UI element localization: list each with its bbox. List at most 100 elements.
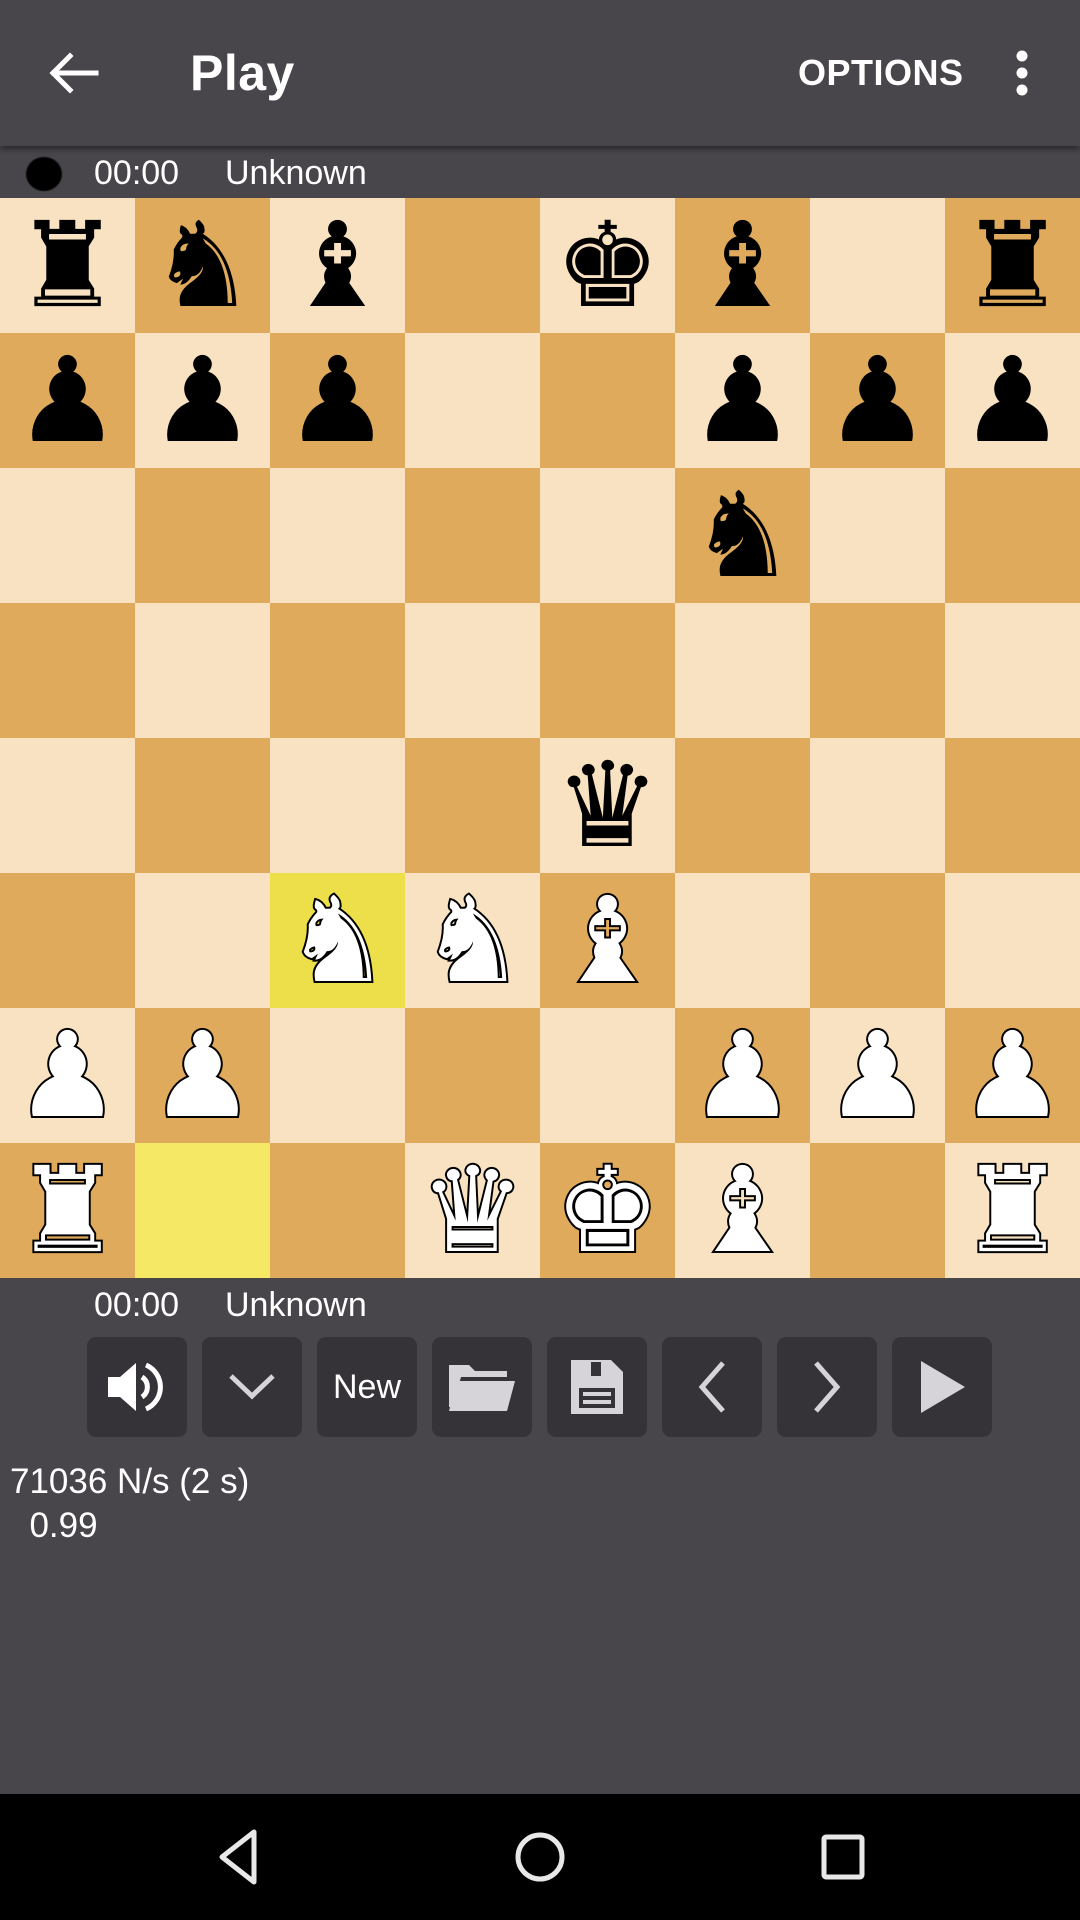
white-queen-icon[interactable]: ♛: [418, 1141, 528, 1280]
black-pawn-icon[interactable]: ♟: [285, 333, 391, 468]
square-h5[interactable]: [945, 603, 1080, 738]
square-c4[interactable]: [270, 738, 405, 873]
square-g2[interactable]: ♟: [810, 1006, 945, 1145]
nav-recents-button[interactable]: [803, 1822, 883, 1892]
white-king-icon[interactable]: ♚: [553, 1141, 663, 1280]
square-d1[interactable]: ♛: [405, 1141, 540, 1280]
square-f8[interactable]: ♝: [675, 198, 810, 333]
black-rook-icon[interactable]: ♜: [960, 198, 1066, 333]
black-rook-icon[interactable]: ♜: [15, 198, 121, 333]
nav-back-button[interactable]: [200, 1822, 280, 1892]
white-knight-icon[interactable]: ♞: [418, 871, 528, 1010]
white-rook-icon[interactable]: ♜: [958, 1141, 1068, 1280]
square-c7[interactable]: ♟: [270, 333, 405, 468]
square-e5[interactable]: [540, 603, 675, 738]
white-rook-icon[interactable]: ♜: [13, 1141, 123, 1280]
mode-dropdown-button[interactable]: [202, 1337, 302, 1437]
nav-home-button[interactable]: [500, 1822, 580, 1892]
square-a3[interactable]: [0, 873, 135, 1008]
square-b4[interactable]: [135, 738, 270, 873]
white-pawn-icon[interactable]: ♟: [823, 1006, 933, 1145]
square-a6[interactable]: [0, 468, 135, 603]
black-pawn-icon[interactable]: ♟: [150, 333, 256, 468]
square-a8[interactable]: ♜: [0, 198, 135, 333]
square-f3[interactable]: [675, 873, 810, 1008]
square-c1[interactable]: [270, 1143, 405, 1278]
square-d8[interactable]: [405, 198, 540, 333]
white-pawn-icon[interactable]: ♟: [13, 1006, 123, 1145]
square-g7[interactable]: ♟: [810, 333, 945, 468]
square-c6[interactable]: [270, 468, 405, 603]
black-pawn-icon[interactable]: ♟: [15, 333, 121, 468]
square-b5[interactable]: [135, 603, 270, 738]
square-g1[interactable]: [810, 1143, 945, 1278]
square-f5[interactable]: [675, 603, 810, 738]
chess-board[interactable]: ♜ ♞ ♝ ♚ ♝ ♜ ♟ ♟ ♟ ♟ ♟ ♟ ♞ ♛ ♞ ♞ ♝ ♟ ♟ ♟ ♟ ♟ ♜ ♛ ♚ ♝ ♜: [0, 198, 1080, 1280]
black-queen-icon[interactable]: ♛: [555, 738, 661, 873]
square-e6[interactable]: [540, 468, 675, 603]
square-g6[interactable]: [810, 468, 945, 603]
options-button[interactable]: OPTIONS: [798, 52, 964, 94]
undo-button[interactable]: [662, 1337, 762, 1437]
square-c3[interactable]: ♞: [270, 871, 405, 1010]
square-b1[interactable]: [135, 1143, 270, 1278]
square-f6[interactable]: ♞: [675, 468, 810, 603]
play-button[interactable]: [892, 1337, 992, 1437]
black-pawn-icon[interactable]: ♟: [690, 333, 796, 468]
square-c2[interactable]: [270, 1008, 405, 1143]
square-e3[interactable]: ♝: [540, 871, 675, 1010]
black-king-icon[interactable]: ♚: [555, 198, 661, 333]
square-b8[interactable]: ♞: [135, 198, 270, 333]
square-f7[interactable]: ♟: [675, 333, 810, 468]
square-h8[interactable]: ♜: [945, 198, 1080, 333]
square-b7[interactable]: ♟: [135, 333, 270, 468]
white-pawn-icon[interactable]: ♟: [148, 1006, 258, 1145]
square-e1[interactable]: ♚: [540, 1141, 675, 1280]
white-knight-icon[interactable]: ♞: [283, 871, 393, 1010]
square-d7[interactable]: [405, 333, 540, 468]
load-button[interactable]: [432, 1337, 532, 1437]
square-d3[interactable]: ♞: [405, 871, 540, 1010]
square-d6[interactable]: [405, 468, 540, 603]
square-b6[interactable]: [135, 468, 270, 603]
square-h4[interactable]: [945, 738, 1080, 873]
more-options-button[interactable]: [1010, 50, 1034, 100]
white-pawn-icon[interactable]: ♟: [958, 1006, 1068, 1145]
square-e2[interactable]: [540, 1008, 675, 1143]
square-f2[interactable]: ♟: [675, 1006, 810, 1145]
sound-button[interactable]: [87, 1337, 187, 1437]
square-a5[interactable]: [0, 603, 135, 738]
square-b3[interactable]: [135, 873, 270, 1008]
back-button[interactable]: [44, 48, 104, 98]
save-button[interactable]: [547, 1337, 647, 1437]
square-f1[interactable]: ♝: [675, 1141, 810, 1280]
square-d4[interactable]: [405, 738, 540, 873]
white-bishop-icon[interactable]: ♝: [688, 1141, 798, 1280]
square-f4[interactable]: [675, 738, 810, 873]
square-g5[interactable]: [810, 603, 945, 738]
square-e4[interactable]: ♛: [540, 738, 675, 873]
square-d5[interactable]: [405, 603, 540, 738]
square-h3[interactable]: [945, 873, 1080, 1008]
square-c8[interactable]: ♝: [270, 198, 405, 333]
square-a7[interactable]: ♟: [0, 333, 135, 468]
white-bishop-icon[interactable]: ♝: [553, 871, 663, 1010]
black-bishop-icon[interactable]: ♝: [690, 198, 796, 333]
square-g8[interactable]: [810, 198, 945, 333]
square-c5[interactable]: [270, 603, 405, 738]
square-e7[interactable]: [540, 333, 675, 468]
square-e8[interactable]: ♚: [540, 198, 675, 333]
black-knight-icon[interactable]: ♞: [690, 468, 796, 603]
square-h6[interactable]: [945, 468, 1080, 603]
square-a1[interactable]: ♜: [0, 1141, 135, 1280]
black-bishop-icon[interactable]: ♝: [285, 198, 391, 333]
square-d2[interactable]: [405, 1008, 540, 1143]
black-knight-icon[interactable]: ♞: [150, 198, 256, 333]
square-a2[interactable]: ♟: [0, 1006, 135, 1145]
square-g4[interactable]: [810, 738, 945, 873]
white-pawn-icon[interactable]: ♟: [688, 1006, 798, 1145]
square-g3[interactable]: [810, 873, 945, 1008]
new-game-button[interactable]: New: [317, 1337, 417, 1437]
square-h1[interactable]: ♜: [945, 1141, 1080, 1280]
black-pawn-icon[interactable]: ♟: [825, 333, 931, 468]
